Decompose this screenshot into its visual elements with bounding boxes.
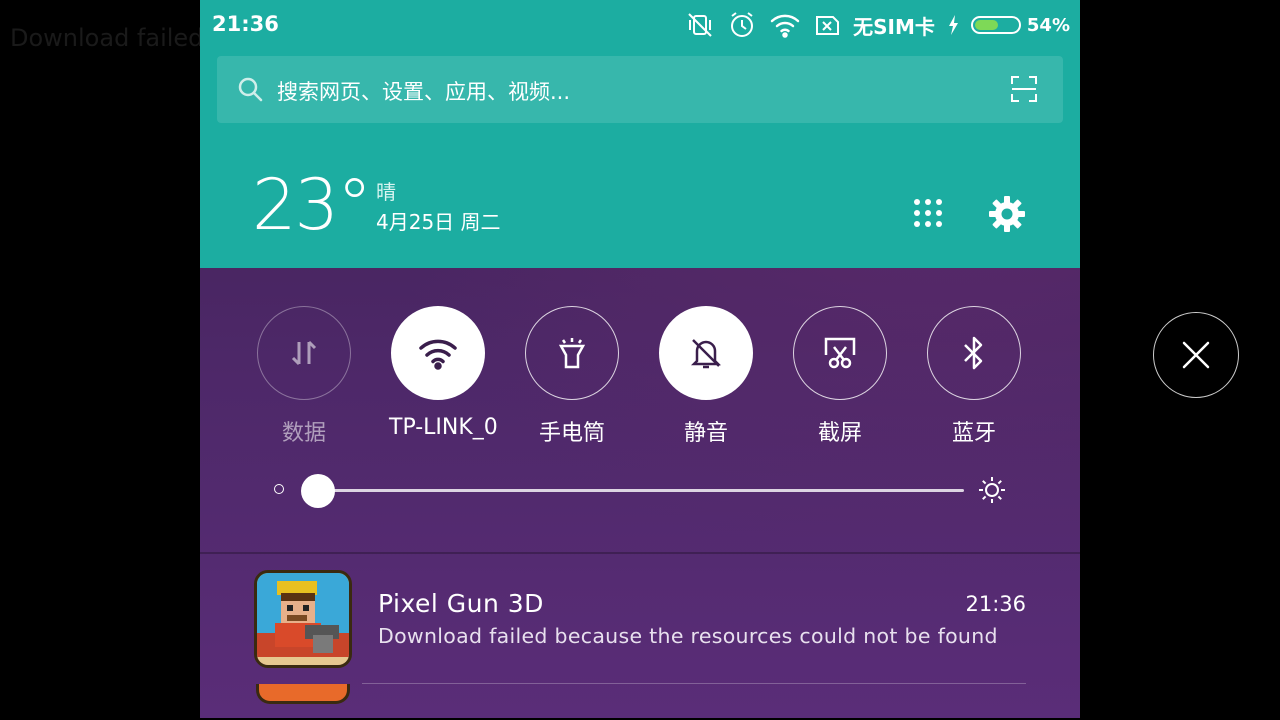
- notification-card[interactable]: Pixel Gun 3D 21:36 Download failed becau…: [200, 556, 1080, 686]
- status-time: 21:36: [212, 12, 279, 36]
- search-bar[interactable]: 搜索网页、设置、应用、视频...: [217, 56, 1063, 123]
- brightness-high-icon: [979, 477, 1005, 503]
- search-placeholder: 搜索网页、设置、应用、视频...: [277, 80, 571, 104]
- toggle-mute-label: 静音: [683, 421, 728, 446]
- pixel-gun-app-icon: [254, 570, 352, 668]
- scan-icon[interactable]: [1011, 76, 1037, 102]
- toggle-screenshot[interactable]: [793, 306, 887, 400]
- section-divider: [200, 552, 1080, 554]
- no-sim-icon: [816, 16, 840, 35]
- toggle-wifi[interactable]: [391, 306, 485, 400]
- toggle-flashlight[interactable]: [525, 306, 619, 400]
- toggle-screenshot-label: 截屏: [817, 421, 862, 446]
- data-icon: [291, 340, 317, 366]
- weather-condition: 晴: [376, 180, 396, 204]
- brightness-slider-thumb[interactable]: [301, 474, 335, 508]
- search-icon: [238, 77, 263, 102]
- next-notification-icon: [256, 684, 350, 704]
- toggle-data-label: 数据: [281, 421, 326, 446]
- grid-icon[interactable]: [913, 198, 943, 228]
- alarm-icon: [731, 12, 754, 37]
- vibrate-off-icon: [688, 13, 712, 37]
- brightness-low-icon: [274, 484, 284, 494]
- charging-icon: [948, 15, 958, 35]
- status-icons: 无SIM卡 54%: [685, 9, 1070, 41]
- close-icon: [1182, 341, 1210, 369]
- wifi-icon: [419, 339, 457, 370]
- battery-icon: [970, 16, 1021, 34]
- close-button[interactable]: [1153, 312, 1239, 398]
- background-app-text: Download failed: [10, 24, 200, 52]
- notification-shade: 21:36 无SIM卡 54% 搜索网页、设置、应用、视频... 23° 晴 4…: [200, 0, 1080, 718]
- flashlight-icon: [558, 338, 586, 369]
- status-bar: 21:36 无SIM卡 54%: [200, 0, 1080, 50]
- brightness-slider-track[interactable]: [318, 489, 964, 492]
- toggle-data[interactable]: [257, 306, 351, 400]
- sim-status-text: 无SIM卡: [853, 14, 935, 39]
- mute-icon: [690, 339, 722, 369]
- notification-message: Download failed because the resources co…: [378, 624, 998, 648]
- toggle-bluetooth[interactable]: [927, 306, 1021, 400]
- wifi-icon: [770, 14, 800, 38]
- notification-separator: [362, 683, 1026, 684]
- toggle-mute[interactable]: [659, 306, 753, 400]
- gear-icon[interactable]: [987, 194, 1027, 234]
- screenshot-icon: [824, 337, 856, 369]
- date: 4月25日 周二: [376, 210, 501, 234]
- notification-app-name: Pixel Gun 3D: [378, 589, 544, 618]
- bluetooth-icon: [964, 336, 983, 370]
- toggle-wifi-label: TP-LINK_0: [389, 415, 497, 440]
- shade-header: 21:36 无SIM卡 54% 搜索网页、设置、应用、视频... 23° 晴 4…: [200, 0, 1080, 268]
- battery: 54%: [970, 14, 1070, 36]
- toggle-flashlight-label: 手电筒: [538, 421, 605, 446]
- notification-time: 21:36: [965, 592, 1026, 616]
- temperature[interactable]: 23°: [252, 160, 372, 250]
- battery-fill: [974, 20, 998, 30]
- toggle-bluetooth-label: 蓝牙: [951, 421, 996, 446]
- battery-percent: 54%: [1026, 14, 1070, 36]
